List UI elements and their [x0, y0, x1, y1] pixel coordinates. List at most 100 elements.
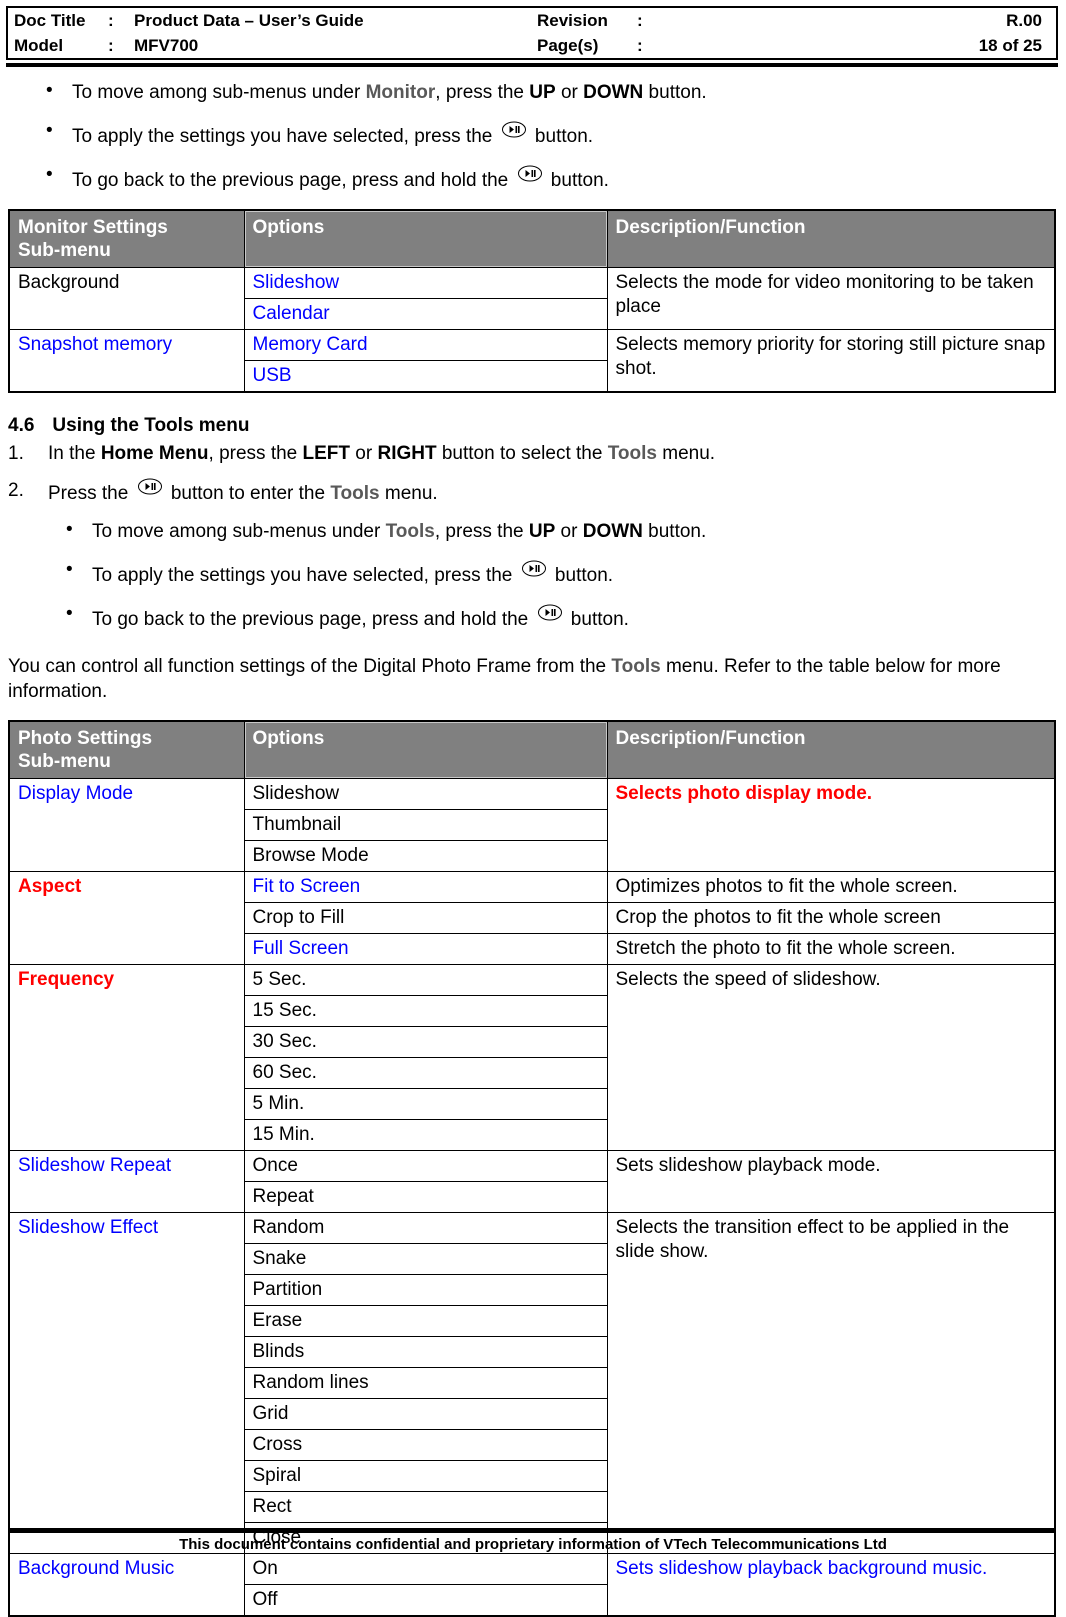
step-text-post: menu. [656, 443, 716, 464]
keyword-home-menu: Home Menu [100, 443, 209, 464]
bullet-text-pre: To move among sub-menus under [92, 521, 386, 542]
page-content: To move among sub-menus under Monitor , p… [0, 79, 1066, 1617]
cell-option: 15 Sec. [243, 995, 608, 1027]
cell-option: 15 Min. [243, 1119, 608, 1151]
cell-option: 5 Sec. [243, 964, 608, 996]
bullet-text-mid2: or [555, 521, 583, 542]
column-header-submenu: Photo Settings Sub-menu [8, 720, 245, 779]
section-heading: 4.6 Using the Tools menu [8, 415, 1058, 437]
bullet-text-pre: To apply the settings you have selected,… [72, 126, 498, 147]
cell-option: Once [243, 1150, 608, 1182]
column-header-submenu-line2: Sub-menu [18, 240, 111, 261]
list-item: In the Home Menu, press the LEFT or RIGH… [8, 441, 1058, 466]
cell-description: Selects the speed of slideshow. [606, 964, 1056, 1151]
cell-description: Crop the photos to fit the whole screen [606, 902, 1056, 934]
table-row: Snapshot memory Memory Card Selects memo… [8, 329, 1056, 393]
play-pause-button-icon [521, 560, 547, 577]
pages-value: 18 of 25 [978, 36, 1042, 55]
keyword-left: LEFT [302, 443, 351, 464]
play-pause-button-icon [537, 604, 563, 621]
cell-option: 30 Sec. [243, 1026, 608, 1058]
list-item: To move among sub-menus under Monitor, p… [8, 79, 1058, 105]
table-row: Frequency 5 Sec. Selects the speed of sl… [8, 964, 1056, 1151]
bullet-text-mid: , press the [434, 521, 529, 542]
cell-submenu: Background [8, 267, 245, 330]
section-number: 4.6 [8, 415, 35, 436]
cell-option: On [243, 1553, 608, 1585]
list-item: To apply the settings you have selected,… [48, 558, 1058, 588]
column-header-description: Description/Function [606, 209, 1056, 268]
table-row: Background Music On Sets slideshow playb… [8, 1553, 1056, 1617]
cell-submenu: Frequency [8, 964, 245, 1151]
cell-option: Slideshow [243, 778, 608, 810]
bullet-text-pre: To go back to the previous page, press a… [92, 609, 534, 630]
doc-title-label: Doc Title [14, 11, 86, 30]
cell-option: 60 Sec. [243, 1057, 608, 1089]
bullet-text-post: button. [642, 521, 707, 542]
cell-submenu: Snapshot memory [8, 329, 245, 393]
header-divider-rule [6, 63, 1058, 67]
keyword-monitor: Monitor [365, 82, 436, 103]
cell-submenu: Aspect [8, 871, 245, 965]
revision-value: R.00 [1006, 11, 1042, 30]
play-pause-button-icon [517, 165, 543, 182]
column-header-submenu-line2: Sub-menu [18, 751, 111, 772]
cell-option: Fit to Screen [243, 871, 608, 903]
bullet-text-post: button. [565, 609, 629, 630]
pages-colon: : [637, 36, 643, 55]
cell-submenu: Slideshow Repeat [8, 1150, 245, 1213]
keyword-right: RIGHT [377, 443, 437, 464]
cell-description: Sets slideshow playback mode. [606, 1150, 1056, 1213]
bullet-text-post: button. [545, 170, 609, 191]
list-item: To go back to the previous page, press a… [8, 163, 1058, 193]
cell-option: Crop to Fill [243, 902, 608, 934]
cell-option: Calendar [243, 298, 608, 330]
cell-option: Rect [243, 1491, 608, 1523]
keyword-up: UP [529, 82, 556, 103]
model-label: Model [14, 36, 64, 55]
keyword-tools: Tools [330, 483, 380, 504]
column-header-submenu: Monitor Settings Sub-menu [8, 209, 245, 268]
table-row: Aspect Fit to Screen Optimizes photos to… [8, 871, 1056, 965]
column-header-options: Options [243, 209, 608, 268]
cell-option: Full Screen [243, 933, 608, 965]
step-text-post: menu. [379, 483, 438, 504]
column-header-submenu-line1: Photo Settings [18, 728, 153, 749]
list-item: To move among sub-menus under Tools, pre… [48, 518, 1058, 544]
keyword-tools: Tools [607, 443, 657, 464]
footer-confidentiality-notice: This document contains confidential and … [179, 1536, 887, 1553]
step-text-pre: In the [48, 443, 101, 464]
step-text-pre: Press the [48, 483, 134, 504]
cell-option: Grid [243, 1398, 608, 1430]
play-pause-button-icon [137, 478, 163, 495]
revision-colon: : [637, 11, 643, 30]
document-header-row-1: Doc Title : Product Data – User’s Guide … [8, 8, 1056, 33]
document-header-block: Doc Title : Product Data – User’s Guide … [6, 6, 1058, 60]
table-header-row: Monitor Settings Sub-menu Options Descri… [8, 209, 1056, 268]
cell-option: Partition [243, 1274, 608, 1306]
keyword-down: DOWN [582, 521, 643, 542]
cell-option: Cross [243, 1429, 608, 1461]
tools-instruction-list: To move among sub-menus under Tools, pre… [48, 518, 1058, 632]
cell-option: Spiral [243, 1460, 608, 1492]
table-row: Slideshow Effect Random Selects the tran… [8, 1212, 1056, 1554]
keyword-tools: Tools [385, 521, 435, 542]
photo-settings-table: Photo Settings Sub-menu Options Descript… [8, 720, 1056, 1617]
document-header-row-2: Model : MFV700 Page(s) : 18 of 25 [8, 33, 1056, 58]
cell-option: Browse Mode [243, 840, 608, 872]
table-row: Display Mode Slideshow Selects photo dis… [8, 778, 1056, 872]
cell-option: Slideshow [243, 267, 608, 299]
revision-label: Revision [537, 11, 608, 30]
cell-description: Selects memory priority for storing stil… [606, 329, 1056, 393]
keyword-tools: Tools [611, 656, 661, 677]
page-footer: This document contains confidential and … [0, 1528, 1066, 1558]
keyword-down: DOWN [583, 82, 644, 103]
model-value: MFV700 [134, 36, 199, 55]
tools-steps-list: In the Home Menu, press the LEFT or RIGH… [8, 441, 1058, 506]
cell-option: Random lines [243, 1367, 608, 1399]
step-text-mid: button to enter the [165, 483, 331, 504]
list-item: Press the button to enter the Tools menu… [8, 478, 1058, 506]
pages-label: Page(s) [537, 36, 599, 55]
cell-option: Repeat [243, 1181, 608, 1213]
cell-description: Selects the transition effect to be appl… [606, 1212, 1056, 1554]
